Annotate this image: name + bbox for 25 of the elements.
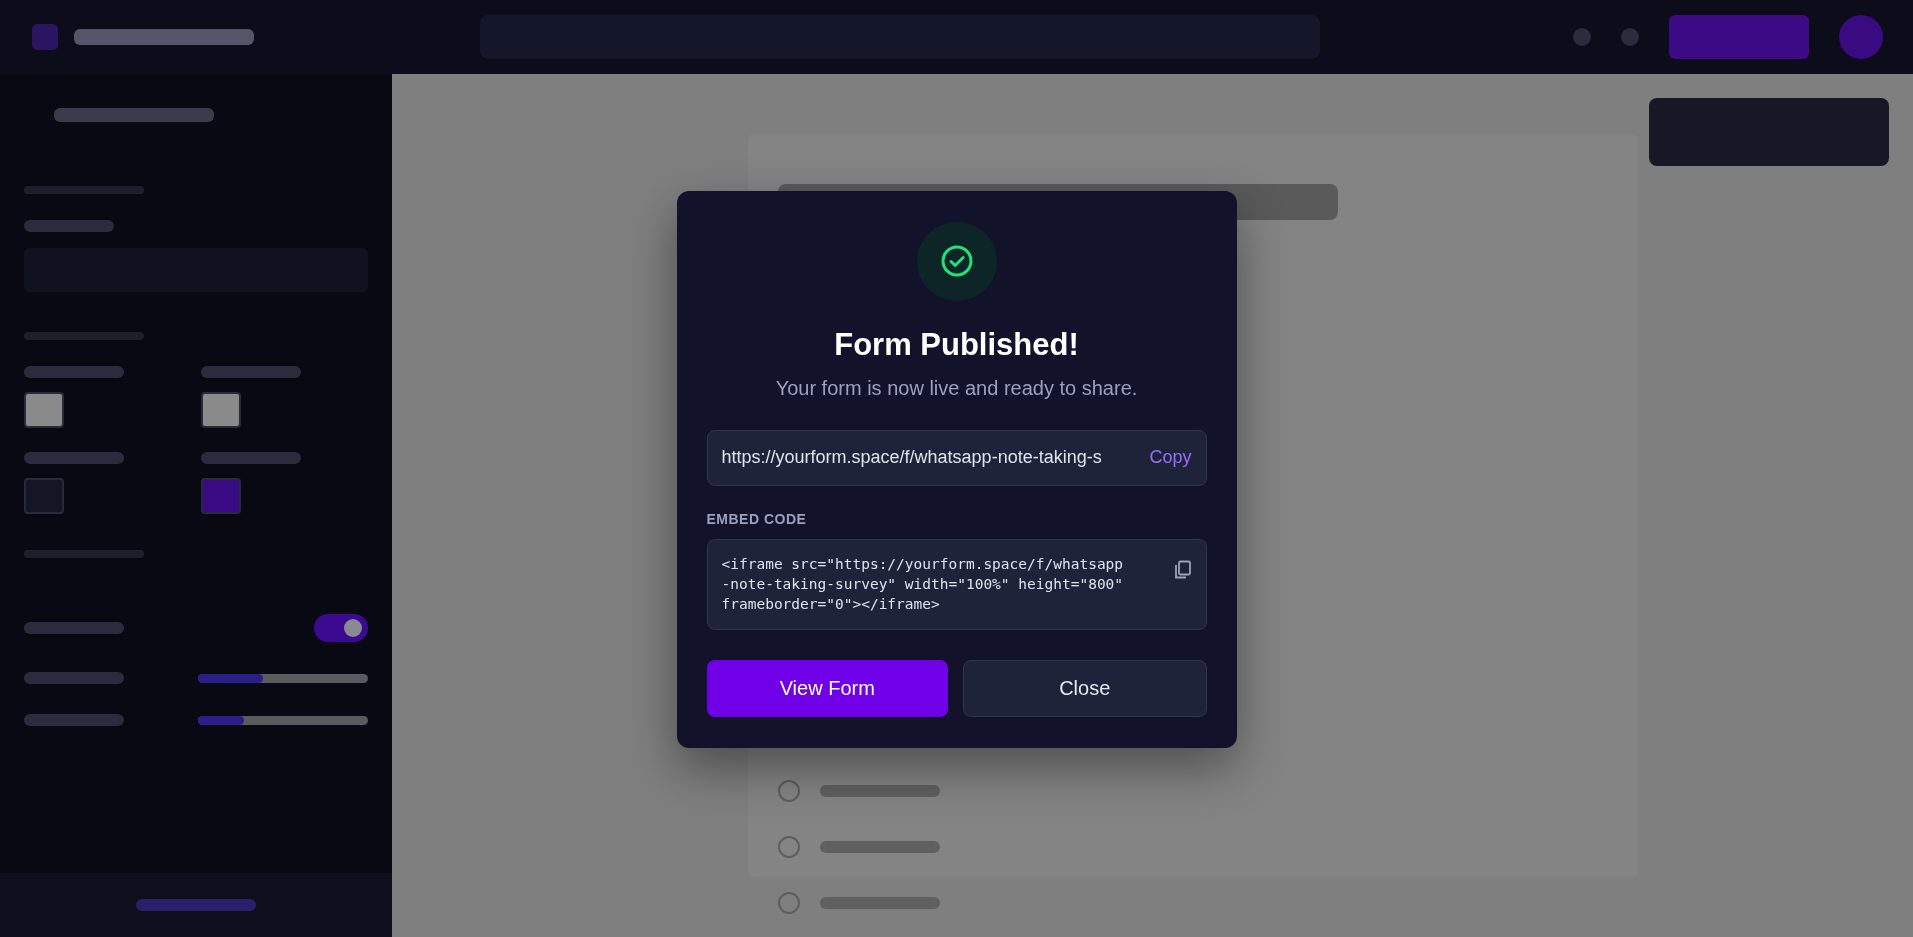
embed-code: <iframe src="https://yourform.space/f/whatsapp-note-taking-survey" width="100%" height="800" frameborder="0"></iframe> bbox=[721, 554, 1124, 614]
dialog-subtitle: Your form is now live and ready to share. bbox=[774, 376, 1139, 400]
slider-track[interactable] bbox=[198, 673, 368, 683]
color-swatch[interactable] bbox=[201, 392, 241, 428]
color-swatch[interactable] bbox=[201, 478, 241, 514]
radio-button[interactable] bbox=[777, 780, 800, 802]
publish-button[interactable] bbox=[1669, 15, 1809, 59]
round-icon[interactable] bbox=[1573, 28, 1591, 46]
radio-button[interactable] bbox=[777, 892, 800, 914]
url-field[interactable]: https://yourform.space/f/whatsapp-note-taking-s Copy bbox=[706, 429, 1207, 486]
avatar-icon[interactable] bbox=[1839, 15, 1883, 59]
round-icon[interactable] bbox=[1621, 28, 1639, 46]
logo-icon bbox=[30, 22, 60, 52]
color-swatch[interactable] bbox=[24, 478, 64, 514]
color-swatch[interactable] bbox=[24, 392, 64, 428]
dialog-title: Form Published! bbox=[833, 326, 1080, 363]
copy-link[interactable]: Copy bbox=[1149, 447, 1192, 469]
radio-button[interactable] bbox=[777, 836, 800, 858]
close-button[interactable]: Close bbox=[963, 660, 1207, 717]
check-circle-icon bbox=[939, 244, 974, 279]
toggle-switch[interactable] bbox=[314, 614, 368, 642]
copy-icon[interactable] bbox=[1173, 559, 1192, 580]
view-form-button[interactable]: View Form bbox=[706, 660, 948, 717]
slider-track[interactable] bbox=[198, 715, 368, 725]
embed-label: EMBED CODE bbox=[706, 510, 808, 527]
